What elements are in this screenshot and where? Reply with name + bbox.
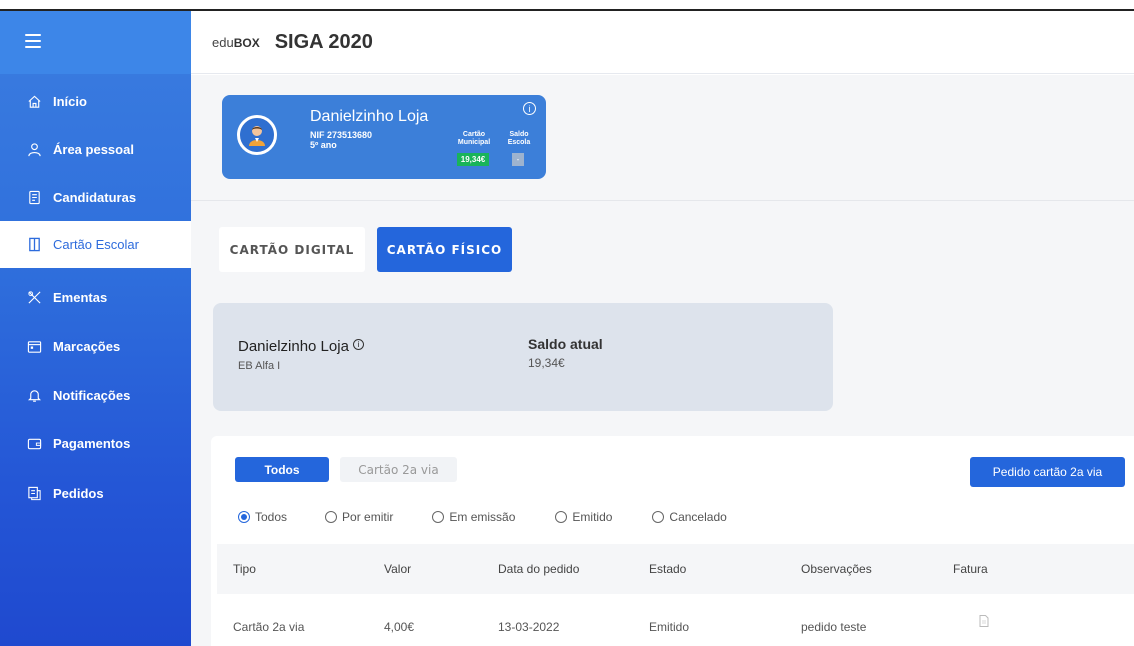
- radio-dot: [652, 511, 665, 523]
- balance-value: 19,34€: [528, 356, 565, 370]
- sidebar-item-label: Candidaturas: [53, 190, 137, 205]
- radio-todos[interactable]: Todos: [238, 510, 287, 524]
- school-balance-badge: -: [512, 153, 524, 166]
- app-title: SIGA 2020: [274, 30, 373, 53]
- municipal-card-label: Cartão Municipal: [457, 131, 491, 146]
- radio-dot: [238, 511, 250, 523]
- column-header: Tipo: [233, 562, 256, 576]
- sidebar-header: [0, 11, 191, 74]
- wallet-icon: [26, 436, 42, 452]
- sidebar-item-area-pessoal[interactable]: Área pessoal: [0, 126, 191, 173]
- student-name: Danielzinho Loja: [310, 108, 429, 125]
- info-icon[interactable]: i: [523, 102, 536, 115]
- app-header: edu BOX SIGA 2020: [191, 11, 1134, 74]
- sidebar-item-pagamentos[interactable]: Pagamentos: [0, 420, 191, 467]
- radio-dot: [555, 511, 568, 523]
- student-year: 5º ano: [310, 140, 337, 150]
- cell-data: 13-03-2022: [498, 620, 560, 634]
- requests-panel: Todos Cartão 2a via Pedido cartão 2a via…: [211, 436, 1134, 646]
- column-header: Estado: [649, 562, 687, 576]
- radio-cancelado[interactable]: Cancelado: [652, 510, 727, 524]
- balance-panel: Danielzinho Loja i EB Alfa I Saldo atual …: [213, 303, 833, 411]
- filter-todos-button[interactable]: Todos: [235, 457, 329, 482]
- radio-em-emissao[interactable]: Em emissão: [432, 510, 515, 524]
- sidebar-item-ementas[interactable]: Ementas: [0, 274, 191, 321]
- balance-label: Saldo atual: [528, 336, 603, 352]
- school-balance-label: Saldo Escola: [507, 131, 531, 146]
- info-icon[interactable]: i: [352, 339, 364, 350]
- sidebar-item-candidaturas[interactable]: Candidaturas: [0, 174, 191, 221]
- document-icon: [26, 190, 42, 206]
- radio-dot: [432, 511, 445, 523]
- balance-student-name: Danielzinho Loja i: [238, 338, 364, 355]
- bell-icon: [26, 388, 42, 404]
- status-radio-group: Todos Por emitir Em emissão Emitido Canc…: [238, 510, 767, 524]
- sidebar-item-label: Cartão Escolar: [53, 237, 139, 252]
- column-header: Valor: [384, 562, 412, 576]
- cell-valor: 4,00€: [384, 620, 415, 634]
- cutlery-icon: [26, 290, 42, 306]
- main-content: Danielzinho Loja NIF 273513680 5º ano i …: [191, 75, 1134, 646]
- radio-emitido[interactable]: Emitido: [555, 510, 612, 524]
- sidebar-item-label: Pagamentos: [53, 436, 131, 451]
- column-header: Data do pedido: [498, 562, 580, 576]
- cell-tipo: Cartão 2a via: [233, 620, 305, 634]
- new-2via-request-button[interactable]: Pedido cartão 2a via: [970, 457, 1125, 487]
- cell-estado: Emitido: [649, 620, 690, 634]
- edubox-logo: edu BOX: [212, 34, 260, 50]
- sidebar-item-notificacoes[interactable]: Notificações: [0, 372, 191, 419]
- home-icon: [26, 94, 42, 110]
- divider: [191, 200, 1134, 201]
- sidebar-item-label: Pedidos: [53, 486, 104, 501]
- student-nif: NIF 273513680: [310, 130, 373, 140]
- hamburger-menu-icon[interactable]: [25, 34, 41, 48]
- sidebar-item-label: Ementas: [53, 290, 108, 305]
- filter-2via-button[interactable]: Cartão 2a via: [340, 457, 457, 482]
- tab-cartao-fisico[interactable]: CARTÃO FÍSICO: [377, 227, 512, 272]
- calendar-icon: [26, 339, 42, 355]
- invoice-file-icon[interactable]: [979, 614, 989, 632]
- column-header: Observações: [801, 562, 872, 576]
- sidebar-item-inicio[interactable]: Início: [0, 78, 191, 125]
- cell-observacoes: pedido teste: [801, 620, 867, 634]
- balance-school: EB Alfa I: [238, 360, 281, 372]
- sidebar-item-pedidos[interactable]: Pedidos: [0, 470, 191, 517]
- sidebar: Início Área pessoal Candidaturas Cartão …: [0, 11, 191, 646]
- sidebar-item-label: Marcações: [53, 339, 121, 354]
- sidebar-item-marcacoes[interactable]: Marcações: [0, 323, 191, 370]
- avatar: [237, 115, 277, 155]
- radio-por-emitir[interactable]: Por emitir: [325, 510, 393, 524]
- table-header: Tipo Valor Data do pedido Estado Observa…: [217, 544, 1134, 594]
- user-icon: [26, 142, 42, 158]
- sidebar-item-label: Início: [53, 94, 87, 109]
- tab-cartao-digital[interactable]: CARTÃO DIGITAL: [219, 227, 365, 272]
- receipt-icon: [26, 486, 42, 502]
- student-card[interactable]: Danielzinho Loja NIF 273513680 5º ano i …: [222, 95, 546, 179]
- sidebar-item-label: Notificações: [53, 388, 131, 403]
- sidebar-item-cartao-escolar[interactable]: Cartão Escolar: [0, 221, 191, 268]
- radio-dot: [325, 511, 338, 523]
- sidebar-item-label: Área pessoal: [53, 142, 134, 157]
- column-header: Fatura: [953, 562, 988, 576]
- card-icon: [26, 237, 42, 253]
- municipal-balance-badge: 19,34€: [457, 153, 489, 166]
